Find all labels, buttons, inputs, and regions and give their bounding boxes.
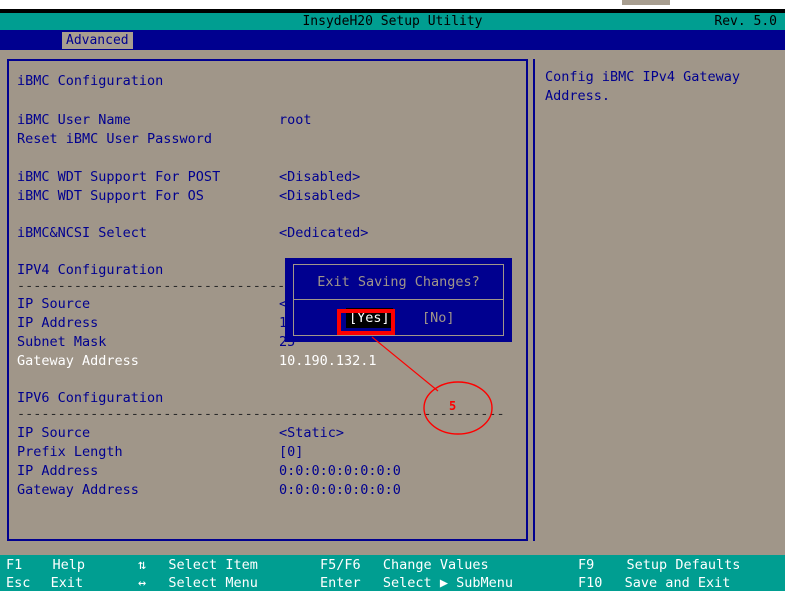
panel-divider <box>533 59 535 541</box>
footer-key: Enter <box>320 575 361 591</box>
footer-key: F10 <box>578 575 603 591</box>
footer-f1: F1 Help <box>6 557 126 574</box>
up-down-arrow-icon: ⇅ <box>138 557 147 573</box>
row-label: Gateway Address <box>17 482 139 498</box>
row-value: <Disabled> <box>279 169 361 185</box>
footer-action: Help <box>52 557 86 573</box>
footer-key: F5/F6 <box>320 557 361 573</box>
row-label: iBMC User Name <box>17 112 131 128</box>
row-label: Subnet Mask <box>17 334 107 350</box>
dialog-frame: Exit Saving Changes? [Yes] [No] <box>293 264 504 336</box>
dialog-button-row: [Yes] [No] <box>294 301 503 335</box>
row-value: 0:0:0:0:0:0:0:0 <box>279 463 401 479</box>
row-value: root <box>279 112 312 128</box>
row-label: Reset iBMC User Password <box>17 131 213 147</box>
footer-change-values: F5/F6 Change Values <box>320 557 489 574</box>
window-title: InsydeH20 Setup Utility <box>302 14 483 29</box>
footer-select-menu: ↔ Select Menu <box>138 575 258 591</box>
row-value: <Dedicated> <box>279 225 369 241</box>
footer-help-bar: F1 Help Esc Exit ⇅ Select Item ↔ Select … <box>0 555 785 591</box>
footer-action: Select Menu <box>168 575 258 591</box>
row-label: IP Address <box>17 463 99 479</box>
row-label: Gateway Address <box>17 353 139 369</box>
row-value: 0:0:0:0:0:0:0:0 <box>279 482 401 498</box>
row-label: IP Address <box>17 315 99 331</box>
row-value: [0] <box>279 444 304 460</box>
title-bar: InsydeH20 Setup Utility Rev. 5.0 <box>0 13 785 30</box>
ipv6-divider: ----------------------------------------… <box>17 408 505 420</box>
footer-key: F1 <box>6 557 23 573</box>
footer-key: Esc <box>6 575 31 591</box>
footer-action: Exit <box>50 575 84 591</box>
row-label: iBMC WDT Support For OS <box>17 188 204 204</box>
row-label: IP Source <box>17 296 91 312</box>
ipv6-heading: IPV6 Configuration <box>17 390 164 406</box>
ipv4-heading: IPV4 Configuration <box>17 262 164 278</box>
footer-action: Change Values <box>382 557 489 573</box>
row-value: <Static> <box>279 425 345 441</box>
yes-button[interactable]: [Yes] <box>346 308 393 328</box>
footer-action: Setup Defaults <box>626 557 741 573</box>
footer-esc: Esc Exit <box>6 575 126 591</box>
top-tab-artifact <box>622 0 670 5</box>
dialog-title: Exit Saving Changes? <box>294 265 503 300</box>
row-label: IP Source <box>17 425 91 441</box>
footer-select-submenu: Enter Select ▶ SubMenu <box>320 575 513 591</box>
exit-saving-changes-dialog: Exit Saving Changes? [Yes] [No] <box>285 258 512 342</box>
tab-advanced[interactable]: Advanced <box>62 32 133 49</box>
footer-select-item: ⇅ Select Item <box>138 557 258 574</box>
menu-bar: Advanced <box>0 30 785 50</box>
no-button[interactable]: [No] <box>419 308 458 328</box>
help-text: Config iBMC IPv4 Gateway Address. <box>545 69 741 104</box>
annotation-step-number: 5 <box>449 399 457 413</box>
footer-action: Save and Exit <box>624 575 731 591</box>
footer-action: Select Item <box>168 557 258 573</box>
help-panel: Config iBMC IPv4 Gateway Address. <box>540 62 780 532</box>
left-right-arrow-icon: ↔ <box>138 575 147 591</box>
bios-setup-screen: InsydeH20 Setup Utility Rev. 5.0 Advance… <box>0 0 785 591</box>
footer-action: Select ▶ SubMenu <box>382 575 513 591</box>
row-label: iBMC WDT Support For POST <box>17 169 221 185</box>
footer-save-and-exit: F10 Save and Exit <box>578 575 730 591</box>
revision-label: Rev. 5.0 <box>714 14 777 29</box>
footer-setup-defaults: F9 Setup Defaults <box>578 557 740 574</box>
section-title: iBMC Configuration <box>17 73 164 89</box>
row-value: <Disabled> <box>279 188 361 204</box>
row-label: Prefix Length <box>17 444 123 460</box>
row-value: 10.190.132.1 <box>279 353 377 369</box>
footer-key: F9 <box>578 557 595 573</box>
row-label: iBMC&NCSI Select <box>17 225 148 241</box>
